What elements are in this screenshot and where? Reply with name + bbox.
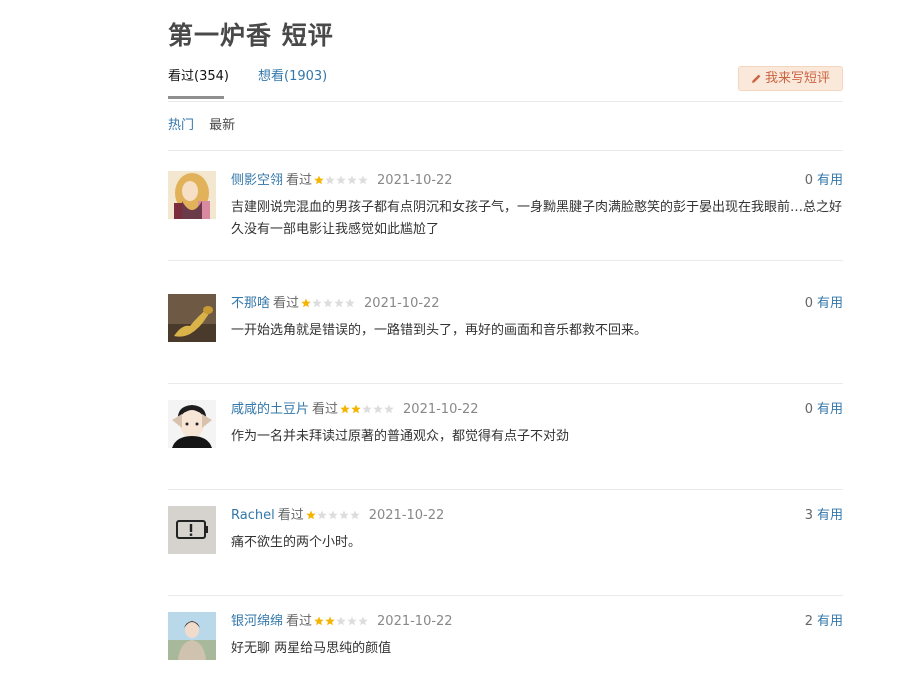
avatar[interactable] — [168, 171, 216, 219]
star-empty-icon — [358, 616, 368, 626]
vote-label: 有用 — [816, 508, 843, 523]
vote-count: 0 — [804, 173, 813, 188]
review-author[interactable]: 侧影空翎 — [231, 173, 283, 188]
star-filled-icon — [306, 510, 316, 520]
divider — [168, 383, 843, 384]
star-empty-icon — [312, 298, 322, 308]
star-empty-icon — [317, 510, 327, 520]
star-filled-icon — [340, 404, 350, 414]
review-status: 看过 — [312, 402, 339, 417]
vote-count: 0 — [804, 296, 813, 311]
review-author[interactable]: 银河绵绵 — [231, 614, 283, 629]
review-status: 看过 — [286, 614, 313, 629]
review-meta: Rachel 看过 2021-10-22 — [231, 507, 444, 526]
avatar[interactable] — [168, 612, 216, 660]
star-rating — [314, 614, 369, 632]
star-empty-icon — [336, 616, 346, 626]
pencil-icon — [751, 74, 761, 83]
star-empty-icon — [345, 298, 355, 308]
vote-label: 有用 — [816, 296, 843, 311]
review-author[interactable]: 咸咸的土豆片 — [231, 402, 309, 417]
review-meta: 咸咸的土豆片 看过 2021-10-22 — [231, 401, 479, 420]
star-empty-icon — [323, 298, 333, 308]
review-date: 2021-10-22 — [377, 173, 453, 188]
review-author[interactable]: Rachel — [231, 508, 275, 523]
vote-label: 有用 — [816, 614, 843, 629]
review-date: 2021-10-22 — [364, 296, 440, 311]
star-empty-icon — [325, 175, 335, 185]
star-filled-icon — [301, 298, 311, 308]
review-status: 看过 — [286, 173, 313, 188]
star-empty-icon — [358, 175, 368, 185]
vote-count: 0 — [804, 402, 813, 417]
review-status: 看过 — [277, 508, 304, 523]
vote-useful[interactable]: 3 有用 — [805, 507, 843, 525]
star-filled-icon — [351, 404, 361, 414]
sort-options: 热门 最新 — [168, 117, 246, 135]
review-date: 2021-10-22 — [368, 508, 445, 523]
star-empty-icon — [362, 404, 372, 414]
tab-want-to-watch[interactable]: 想看(1903) — [258, 68, 327, 86]
star-rating — [306, 508, 361, 526]
review-date: 2021-10-22 — [403, 402, 479, 417]
star-filled-icon — [314, 616, 324, 626]
write-review-label: 我来写短评 — [764, 71, 830, 86]
tab-watched[interactable]: 看过(354) — [168, 68, 229, 99]
review-meta: 侧影空翎 看过 2021-10-22 — [231, 172, 453, 191]
review-content: 作为一名并未拜读过原著的普通观众，都觉得有点子不对劲 — [231, 429, 570, 444]
star-empty-icon — [336, 175, 346, 185]
vote-useful[interactable]: 2 有用 — [805, 613, 843, 631]
vote-label: 有用 — [816, 402, 843, 417]
review-content: 好无聊 两星给马思纯的颜值 — [231, 641, 392, 656]
vote-useful[interactable]: 0 有用 — [805, 401, 843, 419]
divider — [168, 595, 843, 596]
avatar[interactable] — [168, 294, 216, 342]
star-empty-icon — [384, 404, 394, 414]
star-empty-icon — [350, 510, 360, 520]
sort-new[interactable]: 最新 — [209, 118, 235, 133]
star-empty-icon — [347, 616, 357, 626]
star-filled-icon — [314, 175, 324, 185]
star-rating — [301, 296, 356, 314]
star-empty-icon — [347, 175, 357, 185]
avatar[interactable] — [168, 506, 216, 554]
star-empty-icon — [373, 404, 383, 414]
star-rating — [314, 173, 369, 191]
vote-useful[interactable]: 0 有用 — [805, 172, 843, 190]
divider — [168, 489, 843, 490]
sort-hot[interactable]: 热门 — [168, 118, 194, 133]
divider — [168, 260, 843, 261]
write-review-button[interactable]: 我来写短评 — [738, 66, 843, 91]
star-empty-icon — [339, 510, 349, 520]
divider — [168, 150, 843, 151]
vote-count: 2 — [804, 614, 813, 629]
vote-count: 3 — [804, 508, 813, 523]
page-title: 第一炉香 短评 — [168, 21, 334, 50]
review-content: 一开始选角就是错误的，一路错到头了，再好的画面和音乐都救不回来。 — [231, 323, 648, 338]
avatar[interactable] — [168, 400, 216, 448]
review-date: 2021-10-22 — [377, 614, 453, 629]
review-meta: 银河绵绵 看过 2021-10-22 — [231, 613, 453, 632]
vote-label: 有用 — [816, 173, 843, 188]
review-meta: 不那啥 看过 2021-10-22 — [231, 295, 440, 314]
star-rating — [340, 402, 395, 420]
star-empty-icon — [328, 510, 338, 520]
review-content: 痛不欲生的两个小时。 — [231, 535, 362, 550]
star-empty-icon — [334, 298, 344, 308]
review-author[interactable]: 不那啥 — [231, 296, 270, 311]
review-content: 吉建刚说完混血的男孩子都有点阴沉和女孩子气，一身黝黑腱子肉满脸憨笑的彭于晏出现在… — [231, 200, 843, 237]
review-status: 看过 — [273, 296, 300, 311]
vote-useful[interactable]: 0 有用 — [805, 295, 843, 313]
star-filled-icon — [325, 616, 335, 626]
